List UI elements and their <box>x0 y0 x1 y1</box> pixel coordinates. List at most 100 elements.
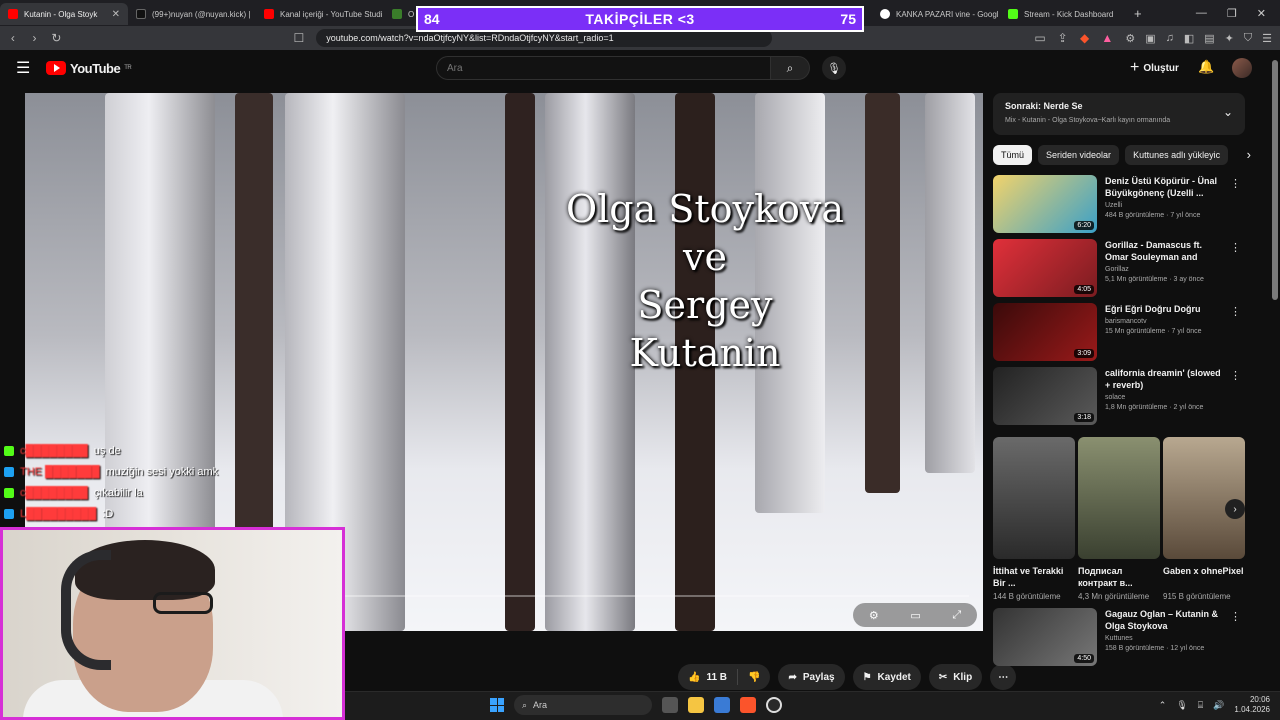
chevron-right-icon[interactable]: › <box>1225 499 1245 519</box>
kebab-menu-icon[interactable]: ⋮ <box>1230 177 1241 190</box>
shield-icon[interactable]: ⛉ <box>1244 32 1252 45</box>
menu-icon[interactable]: ☰ <box>1262 32 1272 45</box>
search-input[interactable] <box>436 56 770 80</box>
page-scrollbar[interactable] <box>1270 50 1280 690</box>
kebab-menu-icon[interactable]: ⋮ <box>1230 241 1241 254</box>
mic-icon[interactable]: 🎙 <box>1176 700 1187 711</box>
video-thumbnail[interactable]: 4:05 <box>993 239 1097 297</box>
forward-icon[interactable]: › <box>30 31 40 45</box>
short-thumbnail[interactable] <box>993 437 1075 559</box>
brave-shield-icon[interactable]: ◆ <box>1080 31 1090 45</box>
short-item[interactable]: Подписал контракт в... 4,3 Mn görüntülem… <box>1078 437 1160 602</box>
brave-browser-icon[interactable] <box>740 697 756 713</box>
browser-tab[interactable]: Stream - Kick Dashboard <box>1000 3 1124 25</box>
chevron-down-icon[interactable]: ⌄ <box>1223 105 1233 119</box>
kebab-menu-icon[interactable]: ⋮ <box>1230 369 1241 382</box>
kebab-menu-icon[interactable]: ⋮ <box>1230 305 1241 318</box>
youtube-logo[interactable]: YouTube TR <box>46 61 132 76</box>
theater-mode-icon[interactable]: ▭ <box>910 609 920 622</box>
maximize-icon[interactable]: ❐ <box>1227 7 1237 20</box>
video-thumbnail[interactable]: 3:18 <box>993 367 1097 425</box>
reload-icon[interactable]: ↻ <box>51 31 61 45</box>
chip-all[interactable]: Tümü <box>993 145 1033 165</box>
taskbar-search-placeholder: Ara <box>533 700 548 710</box>
network-icon[interactable]: ⌸ <box>1198 700 1203 711</box>
video-thumbnail[interactable]: 3:09 <box>993 303 1097 361</box>
bookmark-icon[interactable]: ☐ <box>293 31 304 45</box>
wallet-icon[interactable]: ▤ <box>1204 32 1214 45</box>
video-thumbnail[interactable]: 4:50 <box>993 608 1097 666</box>
music-icon[interactable]: ♫ <box>1166 32 1174 45</box>
create-label: Oluştur <box>1143 62 1179 74</box>
fullscreen-icon[interactable]: ⤢ <box>952 609 961 622</box>
volume-icon[interactable]: 🔊 <box>1213 700 1224 711</box>
channel-name: Uzelli <box>1105 202 1123 209</box>
short-item[interactable]: Gaben x ohnePixel 915 B görüntüleme <box>1163 437 1245 602</box>
close-icon[interactable]: ✕ <box>112 9 120 20</box>
short-thumbnail[interactable] <box>1163 437 1245 559</box>
close-window-icon[interactable]: ✕ <box>1257 7 1266 20</box>
player-controls: ⚙ ▭ ⤢ <box>853 603 977 627</box>
video-meta: Deniz Üstü Köpürür - Ünal Büyükgönenç (U… <box>1105 175 1225 239</box>
chip-uploader[interactable]: Kuttunes adlı yükleyic <box>1125 145 1229 165</box>
platform-badge-icon <box>4 466 14 477</box>
list-item[interactable]: 3:18 california dreamin' (slowed + rever… <box>993 367 1245 431</box>
clock[interactable]: 20:06 1.04.2026 <box>1234 695 1270 715</box>
minimize-icon[interactable]: — <box>1196 7 1207 20</box>
clip-button[interactable]: ✂ Klip <box>928 664 983 690</box>
browser-tab[interactable]: (99+)nuyan (@nuyan.kick) | <box>128 3 256 25</box>
video-stats: 158 B görüntüleme · 12 yıl önce <box>1105 645 1205 652</box>
share-button[interactable]: ➦ Paylaş <box>778 664 845 690</box>
up-next-title: Sonraki: Nerde Se <box>1005 101 1083 111</box>
store-icon[interactable] <box>714 697 730 713</box>
list-item[interactable]: 4:05 Gorillaz - Damascus ft. Omar Souley… <box>993 239 1245 303</box>
video-thumbnail[interactable]: 6:20 <box>993 175 1097 233</box>
chevron-right-icon[interactable]: › <box>1247 147 1251 162</box>
list-item[interactable]: 3:09 Eğri Eğri Doğru Doğru barismancotv … <box>993 303 1245 367</box>
new-tab-button[interactable]: + <box>1124 6 1152 21</box>
avatar[interactable] <box>1232 58 1252 78</box>
extension-icon[interactable]: ▣ <box>1145 32 1155 45</box>
short-title: İttihat ve Terakki Bir ... <box>993 566 1064 588</box>
short-thumbnail[interactable] <box>1078 437 1160 559</box>
sidebar-icon[interactable]: ◧ <box>1184 32 1194 45</box>
chat-text: çıkabilir la <box>93 486 143 499</box>
save-button[interactable]: ⚑ Kaydet <box>852 664 921 690</box>
notifications-bell-icon[interactable]: 🔔 <box>1198 59 1214 75</box>
chip-series[interactable]: Seriden videolar <box>1038 145 1120 165</box>
headphones-icon <box>61 550 111 670</box>
browser-tab[interactable]: Kutanin - Olga Stoyk ✕ <box>0 3 128 25</box>
search-button[interactable]: ⌕ <box>770 56 810 80</box>
voice-search-button[interactable]: 🎙 <box>822 56 846 80</box>
task-view-icon[interactable] <box>662 697 678 713</box>
short-item[interactable]: İttihat ve Terakki Bir ... 144 B görüntü… <box>993 437 1075 602</box>
taskbar-search[interactable]: ⌕ Ara <box>514 695 652 715</box>
up-next-card[interactable]: Sonraki: Nerde Se Mix - Kutanin - Olga S… <box>993 93 1245 135</box>
chevron-up-icon[interactable]: ⌃ <box>1159 700 1167 711</box>
browser-tab[interactable]: Kanal içeriği - YouTube Studi <box>256 3 384 25</box>
cast-icon[interactable]: ▭ <box>1034 31 1045 45</box>
share-icon[interactable]: ⇪ <box>1058 31 1068 45</box>
menu-icon[interactable]: ☰ <box>16 58 30 78</box>
back-icon[interactable]: ‹ <box>8 31 18 45</box>
extension-icon[interactable]: ✦ <box>1225 32 1234 45</box>
list-item[interactable]: 4:50 Gagauz Oglan – Kutanin & Olga Stoyk… <box>993 608 1245 672</box>
extension-icon[interactable]: ⚙ <box>1125 32 1135 45</box>
settings-gear-icon[interactable]: ⚙ <box>869 609 879 622</box>
obs-icon[interactable] <box>766 697 782 713</box>
create-button[interactable]: + Oluştur <box>1130 58 1179 78</box>
rewards-icon[interactable]: ▲ <box>1101 31 1113 45</box>
dislike-button[interactable]: 👎 <box>738 664 770 690</box>
like-button[interactable]: 👍 11 B <box>678 664 737 690</box>
chat-message: c████████ çıkabilir la <box>4 482 304 503</box>
file-explorer-icon[interactable] <box>688 697 704 713</box>
windows-start-icon[interactable] <box>490 698 504 712</box>
clock-time: 20:06 <box>1249 695 1270 704</box>
browser-tab[interactable]: KANKA PAZARI vine - Googl <box>872 3 1000 25</box>
right-panel: Sonraki: Nerde Se Mix - Kutanin - Olga S… <box>993 93 1251 672</box>
list-item[interactable]: 6:20 Deniz Üstü Köpürür - Ünal Büyükgöne… <box>993 175 1245 239</box>
kebab-menu-icon[interactable]: ⋮ <box>1230 610 1241 623</box>
followers-goal-bar: 84 TAKİPÇİLER <3 75 <box>416 6 864 32</box>
scrollbar-thumb[interactable] <box>1272 60 1278 300</box>
browser-tab[interactable]: Ol <box>384 3 414 25</box>
